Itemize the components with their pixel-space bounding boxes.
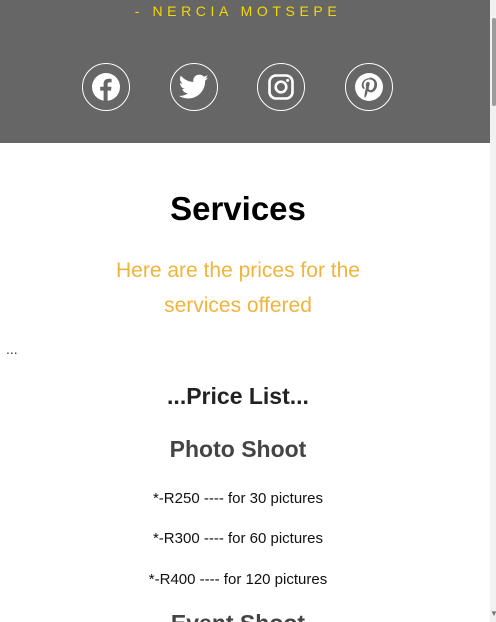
vertical-scrollbar[interactable]: ▼	[490, 0, 496, 622]
subtitle-line: Here are the prices for the	[116, 259, 360, 282]
social-links	[82, 63, 393, 111]
price-item: *-R400 ---- for 120 pictures	[148, 571, 328, 588]
scrollbar-thumb[interactable]	[492, 18, 496, 106]
scroll-down-arrow-icon[interactable]: ▼	[490, 609, 496, 619]
tagline: - NERCIA MOTSEPE	[134, 3, 342, 19]
facebook-icon	[91, 72, 121, 102]
event-shoot-heading: Event Shoot	[0, 610, 476, 622]
page-title: Services	[170, 190, 306, 227]
instagram-link[interactable]	[257, 63, 305, 111]
facebook-link[interactable]	[82, 63, 130, 111]
page: - NERCIA MOTSEPE Services Here are the p…	[0, 0, 490, 622]
subtitle-line: services offered	[164, 294, 312, 317]
photo-shoot-heading: Photo Shoot	[169, 436, 307, 462]
pinterest-link[interactable]	[344, 63, 393, 111]
price-item: *-R300 ---- for 60 pictures	[152, 530, 324, 547]
ellipsis-text: ...	[6, 341, 18, 357]
twitter-link[interactable]	[169, 63, 218, 111]
price-item: *-R250 ---- for 30 pictures	[152, 490, 324, 507]
price-list-heading: ...Price List...	[167, 383, 309, 409]
header-banner: - NERCIA MOTSEPE	[0, 0, 490, 143]
instagram-icon	[268, 74, 294, 100]
pinterest-icon	[354, 72, 384, 102]
twitter-icon	[178, 74, 209, 100]
services-subtitle: Here are the prices for the services off…	[0, 253, 476, 323]
